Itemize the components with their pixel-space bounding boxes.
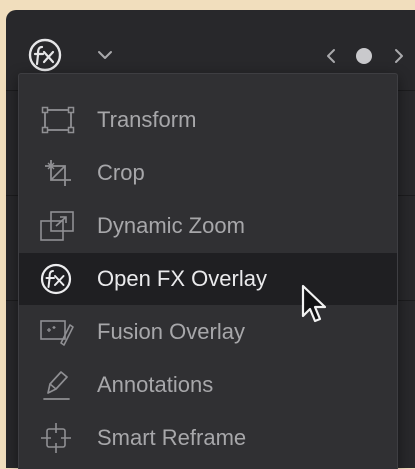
menu-item-dynamic-zoom[interactable]: Dynamic Zoom [19,200,397,252]
fx-icon[interactable] [28,38,62,72]
chevron-left-icon[interactable] [324,47,338,65]
menu-item-label: Transform [97,107,197,132]
menu-item-label: Annotations [97,372,214,397]
menu-item-annotations[interactable]: Annotations [19,359,397,411]
dynamic-zoom-icon [39,209,75,243]
mouse-cursor-icon [300,284,328,326]
annotation-pen-icon [39,368,75,402]
dot-indicator[interactable] [356,48,372,64]
transform-icon [39,103,75,137]
menu-item-fusion-overlay[interactable]: Fusion Overlay [19,306,397,358]
menu-item-label: Smart Reframe [97,425,247,450]
menu-item-label: Open FX Overlay [97,266,267,291]
menu-item-label: Dynamic Zoom [97,213,245,238]
menu-item-smart-reframe[interactable]: Smart Reframe [19,412,397,464]
crop-icon [39,156,75,190]
chevron-down-icon[interactable] [96,48,114,62]
fusion-overlay-icon [39,315,75,349]
overlay-menu: Transform Crop Dynamic Zoom Open FX Over… [18,73,398,469]
fx-icon [39,262,75,296]
menu-item-crop[interactable]: Crop [19,147,397,199]
menu-item-label: Crop [97,160,145,185]
menu-item-transform[interactable]: Transform [19,94,397,146]
menu-item-label: Fusion Overlay [97,319,245,344]
menu-item-open-fx-overlay[interactable]: Open FX Overlay [19,253,397,305]
chevron-right-icon[interactable] [392,47,406,65]
smart-reframe-icon [39,421,75,455]
